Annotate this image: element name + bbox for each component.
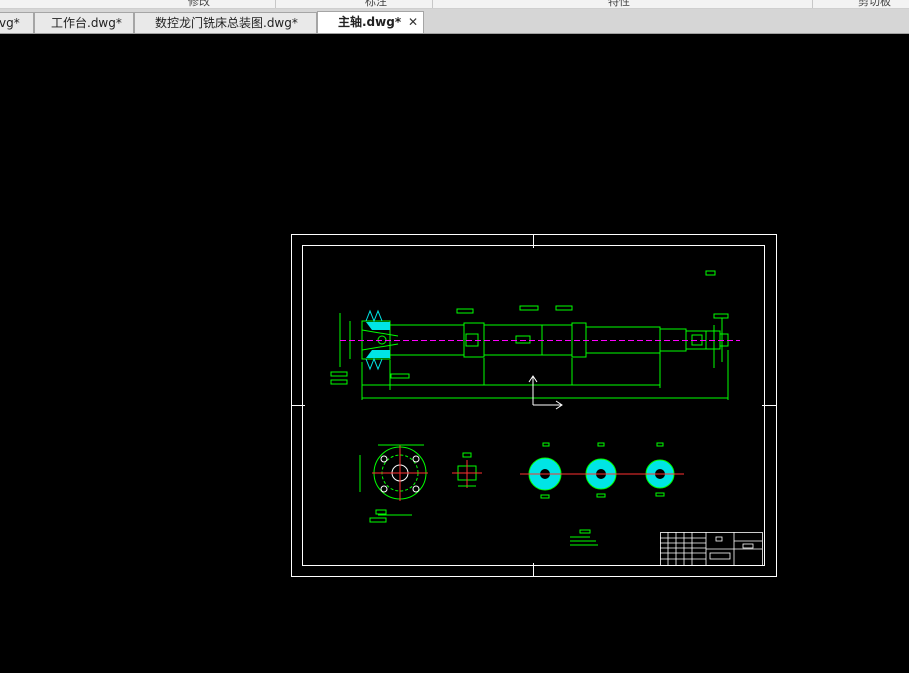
section-views — [520, 442, 684, 499]
document-tab[interactable]: 工作台.dwg* — [34, 12, 134, 33]
ribbon-separator — [275, 0, 276, 8]
drawing-canvas[interactable] — [0, 34, 909, 673]
ribbon-group-modify[interactable]: 修改 — [188, 0, 210, 8]
ribbon-separator — [812, 0, 813, 8]
tab-label: 主轴.dwg* — [338, 15, 402, 29]
tab-label: 数控龙门铣床总装图.dwg* — [155, 16, 298, 30]
technical-notes — [570, 529, 598, 546]
ucs-icon — [528, 375, 563, 410]
ribbon-group-properties[interactable]: 特性 — [608, 0, 630, 8]
document-tab-bar: vg* 工作台.dwg* 数控龙门铣床总装图.dwg* 主轴.dwg* ✕ — [0, 9, 909, 34]
document-tab[interactable]: 数控龙门铣床总装图.dwg* — [134, 12, 317, 33]
tab-label: vg* — [0, 16, 20, 30]
flange-end-view — [359, 444, 428, 523]
ribbon-group-dimension[interactable]: 标注 — [365, 0, 387, 8]
close-icon[interactable]: ✕ — [408, 12, 418, 32]
title-block — [660, 532, 763, 566]
ribbon-separator — [432, 0, 433, 8]
cad-drawing — [291, 234, 777, 577]
ribbon-panel-strip: 修改 标注 特性 剪切板 — [0, 0, 909, 9]
key-detail-view — [452, 452, 482, 488]
tab-label: 工作台.dwg* — [51, 16, 122, 30]
document-tab[interactable]: vg* — [0, 12, 34, 33]
ribbon-group-clipboard[interactable]: 剪切板 — [858, 0, 891, 8]
document-tab-active[interactable]: 主轴.dwg* ✕ — [317, 11, 424, 33]
